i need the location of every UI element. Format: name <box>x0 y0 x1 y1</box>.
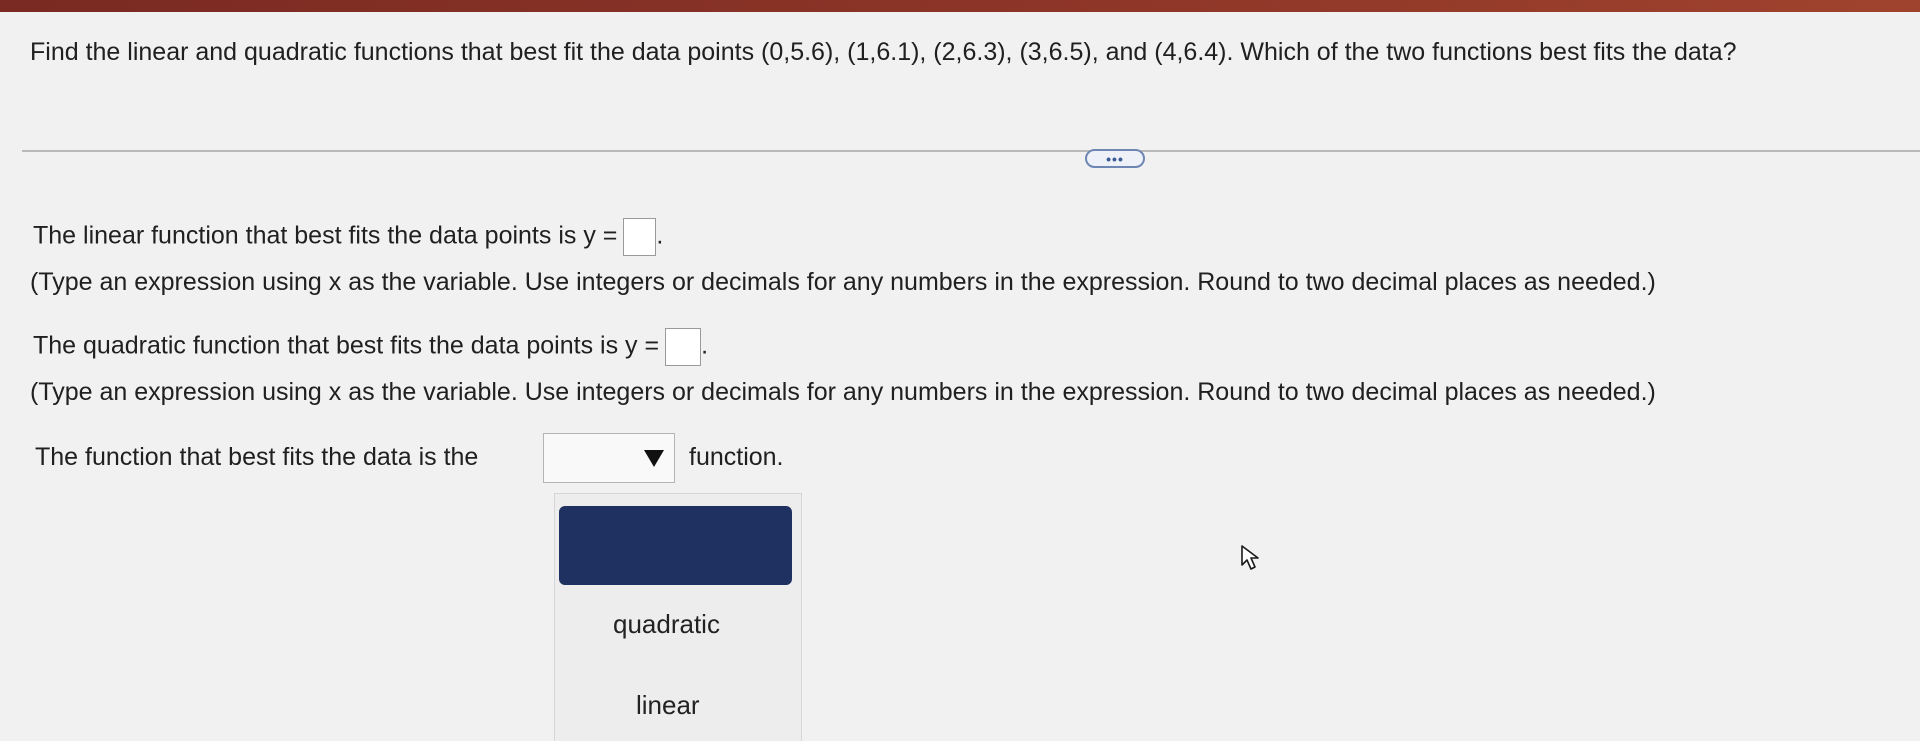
linear-prompt: The linear function that best fits the d… <box>33 221 618 250</box>
dropdown-option-linear[interactable]: linear <box>636 690 700 721</box>
question-text: Find the linear and quadratic functions … <box>30 38 1737 66</box>
linear-answer-input[interactable] <box>623 218 657 256</box>
quadratic-prompt-line: The quadratic function that best fits th… <box>33 328 708 366</box>
dropdown-option-blank-highlighted[interactable] <box>559 506 792 585</box>
page: Find the linear and quadratic functions … <box>0 0 1920 741</box>
quadratic-instruction: (Type an expression using x as the varia… <box>30 378 1656 406</box>
linear-period: . <box>656 221 664 250</box>
quadratic-period: . <box>701 331 709 360</box>
mouse-pointer-icon <box>1241 545 1259 570</box>
quadratic-prompt: The quadratic function that best fits th… <box>33 331 660 360</box>
dropdown-arrow-icon[interactable] <box>644 450 664 467</box>
quadratic-answer-input[interactable] <box>665 328 702 366</box>
best-fit-dropdown[interactable] <box>543 433 675 483</box>
best-fit-suffix: function. <box>689 443 784 471</box>
best-fit-prefix: The function that best fits the data is … <box>35 443 479 471</box>
section-divider <box>22 150 1920 152</box>
linear-instruction: (Type an expression using x as the varia… <box>30 268 1656 296</box>
best-fit-options-list: quadratic linear <box>554 493 802 741</box>
top-accent-bar <box>0 0 1920 12</box>
expand-more-button[interactable]: ••• <box>1085 149 1145 168</box>
linear-prompt-line: The linear function that best fits the d… <box>33 218 663 256</box>
dropdown-option-quadratic[interactable]: quadratic <box>613 609 720 640</box>
